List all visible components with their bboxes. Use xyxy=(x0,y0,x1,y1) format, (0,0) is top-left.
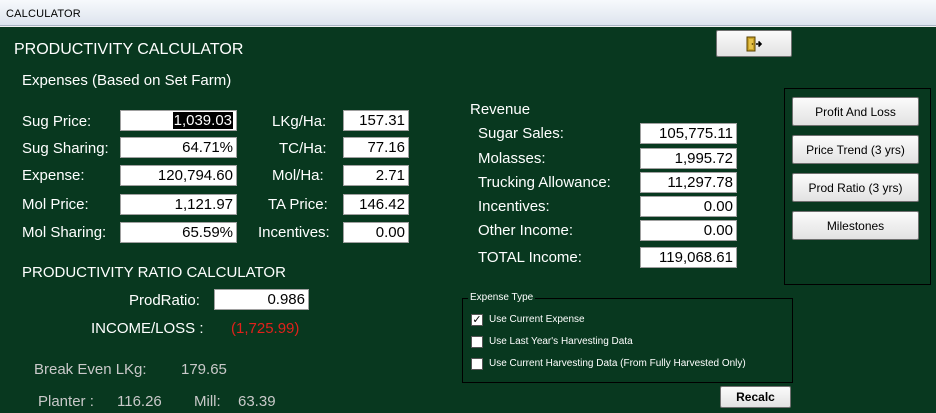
mol-price-label: Mol Price: xyxy=(22,196,89,213)
milestones-button[interactable]: Milestones xyxy=(792,211,919,240)
use-current-expense-label: Use Current Expense xyxy=(489,314,585,325)
lkg-ha-label: LKg/Ha: xyxy=(272,113,327,130)
use-last-year-checkbox[interactable] xyxy=(471,336,483,348)
mol-sharing-label: Mol Sharing: xyxy=(22,224,107,241)
mol-ha-field[interactable]: 2.71 xyxy=(343,165,409,186)
mol-sharing-field[interactable]: 65.59% xyxy=(120,222,237,243)
exit-door-icon xyxy=(745,36,763,52)
prodratio-field[interactable]: 0.986 xyxy=(214,289,309,310)
molasses-label: Molasses: xyxy=(478,150,546,167)
window-title: CALCULATOR xyxy=(6,8,81,20)
recalc-button[interactable]: Recalc xyxy=(720,386,791,408)
expense-type-title: Expense Type xyxy=(468,292,536,303)
use-current-harvesting-label: Use Current Harvesting Data (From Fully … xyxy=(489,358,746,369)
trucking-allowance-label: Trucking Allowance: xyxy=(478,174,611,191)
sug-price-label: Sug Price: xyxy=(22,113,92,130)
sug-price-field[interactable]: 1,039.03 xyxy=(120,110,237,131)
mill-value: 63.39 xyxy=(238,393,276,410)
total-income-label: TOTAL Income: xyxy=(478,249,582,266)
total-income-field[interactable]: 119,068.61 xyxy=(640,247,737,268)
profit-and-loss-button[interactable]: Profit And Loss xyxy=(792,97,919,126)
revenue-incentives-field[interactable]: 0.00 xyxy=(640,196,737,217)
molasses-field[interactable]: 1,995.72 xyxy=(640,148,737,169)
mol-ha-label: Mol/Ha: xyxy=(272,167,324,184)
exit-button[interactable] xyxy=(716,30,792,57)
revenue-title: Revenue xyxy=(470,101,531,118)
revenue-incentives-label: Incentives: xyxy=(478,198,550,215)
tc-ha-field[interactable]: 77.16 xyxy=(343,137,409,158)
expense-label: Expense: xyxy=(22,167,85,184)
expense-field[interactable]: 120,794.60 xyxy=(120,165,237,186)
income-loss-label: INCOME/LOSS : xyxy=(91,320,204,337)
planter-value: 116.26 xyxy=(117,393,162,410)
income-loss-value: (1,725.99) xyxy=(231,320,300,337)
other-income-field[interactable]: 0.00 xyxy=(640,220,737,241)
planter-label: Planter : xyxy=(38,393,94,410)
incentives-label: Incentives: xyxy=(258,224,330,241)
expenses-subtitle: Expenses (Based on Set Farm) xyxy=(22,72,232,89)
mill-label: Mill: xyxy=(194,393,221,410)
page-title: PRODUCTIVITY CALCULATOR xyxy=(14,41,244,58)
sugar-sales-field[interactable]: 105,775.11 xyxy=(640,123,737,144)
breakeven-value: 179.65 xyxy=(181,361,227,378)
use-current-expense-checkbox[interactable]: ✓ xyxy=(471,314,483,326)
prod-ratio-button[interactable]: Prod Ratio (3 yrs) xyxy=(792,173,919,202)
calculator-panel: PRODUCTIVITY CALCULATOR Expenses (Based … xyxy=(0,27,936,413)
use-current-harvesting-checkbox[interactable] xyxy=(471,358,483,370)
other-income-label: Other Income: xyxy=(478,222,574,239)
ta-price-field[interactable]: 146.42 xyxy=(343,194,409,215)
sug-sharing-label: Sug Sharing: xyxy=(22,140,109,157)
breakeven-label: Break Even LKg: xyxy=(34,361,147,378)
price-trend-button[interactable]: Price Trend (3 yrs) xyxy=(792,135,919,164)
trucking-allowance-field[interactable]: 11,297.78 xyxy=(640,172,737,193)
window-titlebar: CALCULATOR xyxy=(0,0,936,26)
incentives-field[interactable]: 0.00 xyxy=(343,222,409,243)
sug-sharing-field[interactable]: 64.71% xyxy=(120,137,237,158)
tc-ha-label: TC/Ha: xyxy=(279,140,327,157)
sugar-sales-label: Sugar Sales: xyxy=(478,125,564,142)
ta-price-label: TA Price: xyxy=(268,196,328,213)
prodratio-label: ProdRatio: xyxy=(129,292,200,309)
ratio-title: PRODUCTIVITY RATIO CALCULATOR xyxy=(22,264,286,281)
use-last-year-label: Use Last Year's Harvesting Data xyxy=(489,336,633,347)
mol-price-field[interactable]: 1,121.97 xyxy=(120,194,237,215)
lkg-ha-field[interactable]: 157.31 xyxy=(343,110,409,131)
